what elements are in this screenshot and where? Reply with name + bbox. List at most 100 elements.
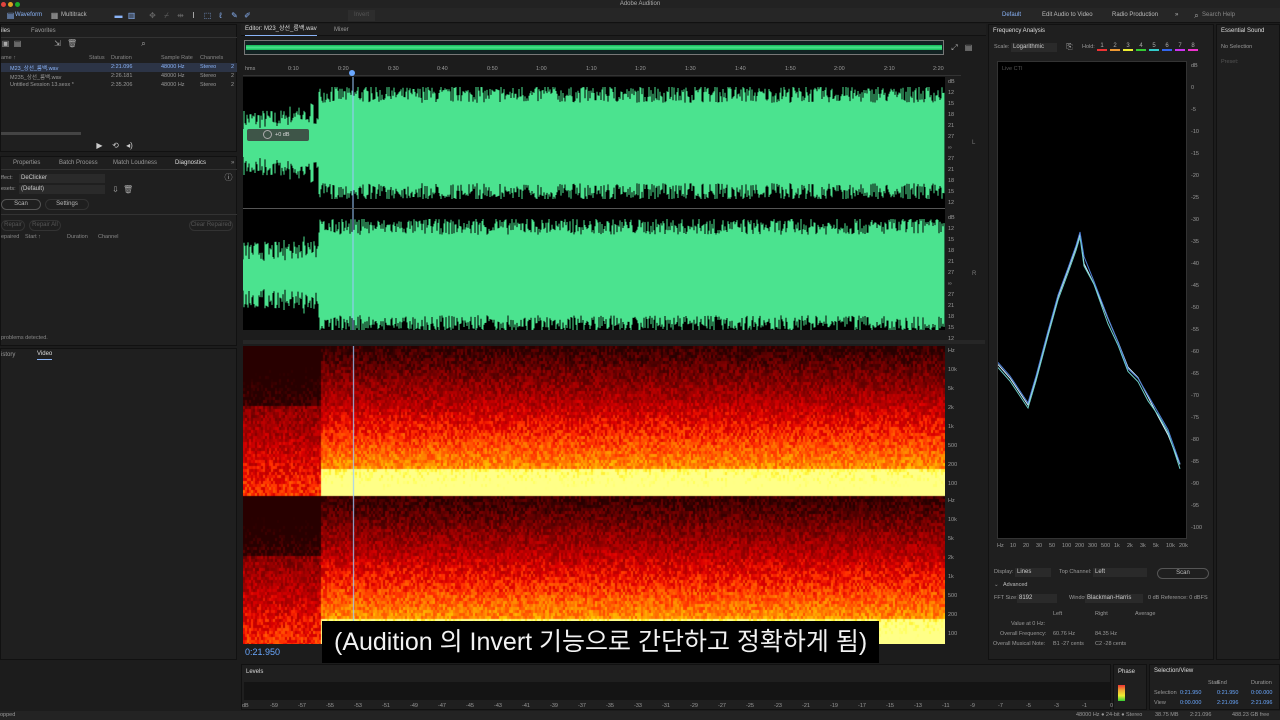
presets-select[interactable]: (Default) — [19, 185, 105, 194]
hold-button-3[interactable]: 3 — [1123, 43, 1133, 51]
hold-button-2[interactable]: 2 — [1110, 43, 1120, 51]
waveform-display[interactable]: +0 dB — [242, 77, 945, 331]
more-workspaces-button[interactable]: » — [1175, 8, 1178, 23]
column-start[interactable]: Start ↑ — [25, 234, 41, 240]
spot-healing-icon[interactable]: ✐ — [243, 11, 252, 20]
workspace-default-tab[interactable]: Default — [1002, 8, 1021, 23]
filter-search-icon[interactable]: ⌕ — [139, 39, 148, 48]
selection-end[interactable]: 0:21.950 — [1217, 690, 1238, 696]
spectral-pitch-icon[interactable]: ▥ — [127, 11, 136, 20]
zoom-to-selection-icon[interactable]: ⤢ — [950, 43, 959, 52]
playhead-handle[interactable] — [349, 70, 355, 76]
scan-button[interactable]: Scan — [1, 199, 41, 210]
top-channel-select[interactable]: Left — [1093, 568, 1147, 577]
scale-select[interactable]: Logarithmic — [1011, 43, 1057, 52]
slip-tool-icon[interactable]: ⇹ — [176, 11, 185, 20]
razor-tool-icon[interactable]: ⌿ — [162, 11, 171, 20]
horizontal-scrollbar[interactable] — [1, 132, 81, 135]
workspace-video-tab[interactable]: Edit Audio to Video — [1042, 8, 1093, 23]
scan-button[interactable]: Scan — [1157, 568, 1209, 579]
spectral-display-icon[interactable]: ▬ — [114, 11, 123, 20]
save-preset-icon[interactable]: ⇩ — [111, 185, 120, 194]
multitrack-mode-button[interactable]: Multitrack — [61, 8, 87, 23]
tab-diagnostics[interactable]: Diagnostics — [175, 157, 206, 169]
view-end[interactable]: 2:21.096 — [1217, 700, 1238, 706]
delete-file-icon[interactable]: 🗑 — [67, 39, 77, 48]
tab-batch-process[interactable]: Batch Process — [59, 157, 98, 169]
channel-left-label[interactable]: L — [972, 140, 975, 146]
column-duration[interactable]: Duration — [67, 234, 88, 240]
current-time-display[interactable]: 0:21.950 — [245, 647, 280, 657]
panel-layout-icon[interactable]: ▤ — [964, 43, 973, 52]
spectral-display[interactable] — [243, 346, 945, 644]
view-divider[interactable] — [243, 340, 985, 344]
close-window-button[interactable] — [1, 2, 6, 7]
column-status[interactable]: Status — [89, 55, 105, 61]
autoplay-icon[interactable]: ◂) — [125, 141, 134, 150]
column-channels[interactable]: Channels — [200, 55, 223, 61]
tab-files[interactable]: iles — [1, 25, 10, 37]
panel-more-icon[interactable]: » — [231, 157, 234, 169]
overview-navigator[interactable] — [244, 40, 944, 55]
hud-gain-control[interactable]: +0 dB — [247, 129, 309, 141]
channel-right-label[interactable]: R — [972, 271, 976, 277]
tab-history[interactable]: istory — [1, 349, 15, 361]
fft-size-select[interactable]: 8192 — [1017, 594, 1057, 603]
marquee-tool-icon[interactable]: ⬚ — [203, 11, 212, 20]
time-ruler[interactable]: hms 0:10 0:20 0:30 0:40 0:50 1:00 1:10 1… — [243, 62, 961, 76]
search-help-input[interactable]: Search Help — [1202, 8, 1235, 23]
copy-icon[interactable]: ⎘ — [1065, 42, 1074, 51]
spectrogram-canvas[interactable] — [243, 346, 945, 644]
column-sample-rate[interactable]: Sample Rate — [161, 55, 193, 61]
tab-match-loudness[interactable]: Match Loudness — [113, 157, 157, 169]
play-icon[interactable]: ▶ — [95, 141, 104, 150]
open-file-icon[interactable]: ▣ — [1, 39, 10, 48]
selection-start[interactable]: 0:21.950 — [1180, 690, 1201, 696]
time-selection-tool-icon[interactable]: I — [189, 11, 198, 20]
display-select[interactable]: Lines — [1015, 568, 1051, 577]
repair-button[interactable]: Repair — [1, 220, 25, 231]
view-start[interactable]: 0:00.000 — [1180, 700, 1201, 706]
lasso-tool-icon[interactable]: ℓ — [216, 11, 225, 20]
workspace-radio-tab[interactable]: Radio Production — [1112, 8, 1158, 23]
table-row[interactable]: Untitled Session 13.sesx * 2:35.206 4800… — [1, 81, 237, 90]
window-select[interactable]: Blackman-Harris — [1085, 594, 1143, 603]
advanced-toggle[interactable]: Advanced — [1003, 582, 1027, 588]
settings-button[interactable]: Settings — [45, 199, 89, 210]
multitrack-view-icon[interactable]: ▦ — [50, 11, 59, 20]
gain-knob-icon[interactable] — [263, 130, 272, 139]
loop-icon[interactable]: ⟲ — [111, 141, 120, 150]
tab-editor[interactable]: Editor: M23_상선_룸백.wav — [245, 24, 317, 36]
tab-favorites[interactable]: Favorites — [31, 25, 56, 37]
chevron-down-icon[interactable]: ⌄ — [994, 582, 999, 588]
repair-all-button[interactable]: Repair All — [29, 220, 61, 231]
effect-select[interactable]: DeClicker — [19, 174, 105, 183]
waveform-view-icon[interactable]: ▤ — [6, 11, 15, 20]
table-row[interactable]: M235_상선_룸백.wav 2:26.181 48000 Hz Stereo … — [1, 72, 237, 81]
minimize-window-button[interactable] — [8, 2, 13, 7]
column-duration[interactable]: Duration — [111, 55, 132, 61]
tab-video[interactable]: Video — [37, 349, 53, 360]
hold-button-5[interactable]: 5 — [1149, 43, 1159, 51]
view-duration[interactable]: 2:21.096 — [1251, 700, 1272, 706]
waveform-canvas[interactable] — [242, 77, 945, 331]
tab-properties[interactable]: Properties — [13, 157, 40, 169]
insert-into-multitrack-icon[interactable]: ⇲ — [53, 39, 62, 48]
info-icon[interactable]: ⓘ — [224, 173, 233, 182]
column-channel[interactable]: Channel — [98, 234, 119, 240]
clear-repaired-button[interactable]: Clear Repaired — [189, 220, 233, 231]
delete-preset-icon[interactable]: 🗑 — [123, 185, 133, 194]
waveform-mode-button[interactable]: Waveform — [15, 8, 42, 23]
hold-button-4[interactable]: 4 — [1136, 43, 1146, 51]
hold-button-6[interactable]: 6 — [1162, 43, 1172, 51]
tab-mixer[interactable]: Mixer — [334, 24, 349, 36]
new-file-icon[interactable]: ▤ — [13, 39, 22, 48]
selection-duration[interactable]: 0:00.000 — [1251, 690, 1272, 696]
column-name[interactable]: ame ↑ — [1, 55, 16, 61]
hold-button-7[interactable]: 7 — [1175, 43, 1185, 51]
move-tool-icon[interactable]: ✥ — [148, 11, 157, 20]
invert-effect-field[interactable]: Invert — [348, 10, 376, 21]
table-row[interactable]: M23_상선_룸백.wav 2:21.096 48000 Hz Stereo 2 — [1, 63, 237, 72]
zoom-window-button[interactable] — [15, 2, 20, 7]
column-repaired[interactable]: epaired — [1, 234, 19, 240]
